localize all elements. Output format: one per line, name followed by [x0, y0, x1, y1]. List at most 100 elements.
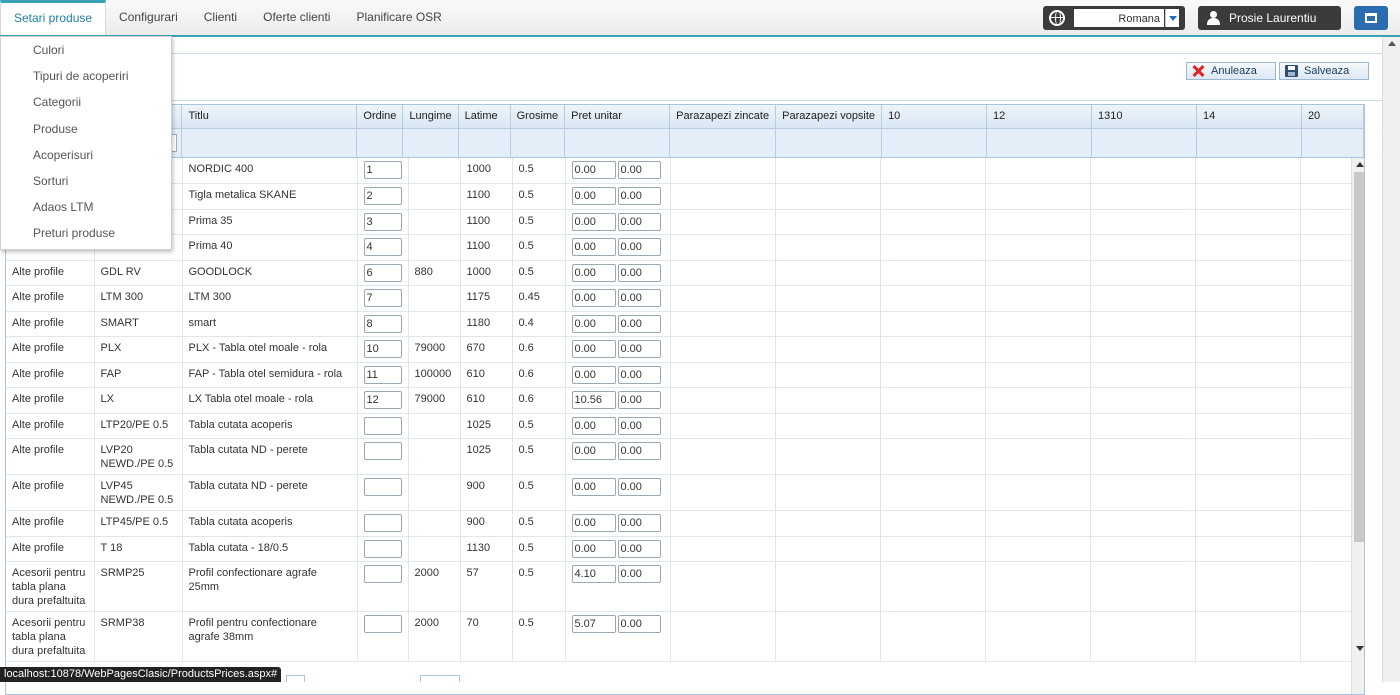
- cell-title: Profil pentru confectionare agrafe 38mm: [182, 611, 358, 662]
- price-input[interactable]: 0.00: [571, 514, 616, 532]
- price-inputs: 0.00 0.00: [571, 212, 664, 231]
- scroll-thumb[interactable]: [1354, 172, 1364, 542]
- ordine-input[interactable]: [363, 416, 402, 435]
- column-header-lungime[interactable]: Lungime: [402, 105, 459, 129]
- ordine-input[interactable]: [363, 442, 402, 460]
- cell-lungime: [408, 158, 461, 184]
- price-input-secondary[interactable]: 0.00: [617, 187, 661, 205]
- menu-item-adaos-ltm[interactable]: Adaos LTM: [1, 194, 171, 220]
- column-header-20[interactable]: 20: [1301, 105, 1364, 129]
- column-header-10[interactable]: 10: [881, 105, 988, 129]
- scroll-up-icon[interactable]: [1356, 162, 1364, 167]
- price-input[interactable]: 10.56: [571, 391, 616, 409]
- price-input-secondary[interactable]: 0.00: [617, 340, 661, 358]
- ordine-input[interactable]: [363, 478, 402, 496]
- price-input-secondary[interactable]: 0.00: [617, 514, 661, 532]
- price-input[interactable]: 0.00: [571, 340, 616, 358]
- ordine-input[interactable]: 6: [363, 263, 402, 282]
- price-input-secondary[interactable]: 0.00: [617, 391, 661, 409]
- price-input-secondary[interactable]: 0.00: [617, 314, 661, 333]
- tab-clienti[interactable]: Clienti: [191, 0, 250, 35]
- menu-item-culori[interactable]: Culori: [1, 37, 171, 63]
- ordine-input[interactable]: [363, 565, 402, 583]
- price-input[interactable]: 0.00: [571, 314, 616, 333]
- price-input[interactable]: 0.00: [571, 365, 616, 384]
- window-button[interactable]: [1354, 6, 1388, 30]
- column-header-latime[interactable]: Latime: [458, 105, 511, 129]
- menu-item-preturi-produse[interactable]: Preturi produse: [1, 220, 171, 246]
- price-input-secondary[interactable]: 0.00: [617, 161, 661, 179]
- menu-item-tipuri-de-acoperiri[interactable]: Tipuri de acoperiri: [1, 63, 171, 89]
- menu-item-acoperisuri[interactable]: Acoperisuri: [1, 142, 171, 168]
- save-button[interactable]: Salveaza: [1279, 62, 1369, 80]
- tab-configurari[interactable]: Configurari: [106, 0, 191, 35]
- price-input-secondary[interactable]: 0.00: [617, 539, 661, 558]
- ordine-input[interactable]: 12: [363, 391, 402, 409]
- price-input[interactable]: 4.10: [571, 565, 616, 583]
- column-header-12[interactable]: 12: [986, 105, 1092, 129]
- price-input-secondary[interactable]: 0.00: [617, 478, 661, 496]
- column-header-parazapezi-vopsite[interactable]: Parazapezi vopsite: [775, 105, 883, 129]
- cell-empty: [880, 611, 986, 662]
- menu-item-categorii[interactable]: Categorii: [1, 89, 171, 115]
- cell-latime: 1175: [460, 285, 513, 312]
- cell-empty: [670, 438, 776, 475]
- grid-vertical-scrollbar[interactable]: [1351, 158, 1364, 694]
- price-input[interactable]: 0.00: [571, 442, 616, 460]
- column-header-14[interactable]: 14: [1196, 105, 1302, 129]
- tab-oferte-clienti[interactable]: Oferte clienti: [250, 0, 343, 35]
- price-input-secondary[interactable]: 0.00: [617, 238, 661, 256]
- ordine-input[interactable]: 1: [363, 161, 402, 179]
- price-input[interactable]: 0.00: [571, 289, 616, 307]
- price-input-secondary[interactable]: 0.00: [617, 416, 661, 435]
- price-input[interactable]: 0.00: [571, 212, 616, 231]
- price-input[interactable]: 0.00: [571, 238, 616, 256]
- price-input-secondary[interactable]: 0.00: [617, 565, 661, 583]
- language-select-value[interactable]: Romana: [1074, 9, 1164, 27]
- price-input-secondary[interactable]: 0.00: [617, 442, 661, 460]
- column-header-titlu[interactable]: Titlu: [181, 105, 358, 129]
- price-input-secondary[interactable]: 0.00: [617, 212, 661, 231]
- column-header-grosime[interactable]: Grosime: [510, 105, 566, 129]
- cell-empty: [775, 387, 881, 414]
- price-input-secondary[interactable]: 0.00: [617, 289, 661, 307]
- price-input[interactable]: 0.00: [571, 161, 616, 179]
- ordine-input[interactable]: [363, 514, 402, 532]
- menu-item-produse[interactable]: Produse: [1, 116, 171, 142]
- ordine-input[interactable]: [363, 615, 402, 633]
- price-input[interactable]: 0.00: [571, 187, 616, 205]
- language-selector[interactable]: Romana: [1043, 6, 1185, 30]
- price-input[interactable]: 0.00: [571, 539, 616, 558]
- column-header-pret-unitar[interactable]: Pret unitar: [564, 105, 671, 129]
- price-input-secondary[interactable]: 0.00: [617, 263, 661, 282]
- price-input[interactable]: 0.00: [571, 478, 616, 496]
- ordine-input[interactable]: [363, 539, 402, 558]
- scroll-up-icon[interactable]: [1388, 41, 1396, 46]
- column-header-1310[interactable]: 1310: [1091, 105, 1197, 129]
- page-size-select[interactable]: [420, 675, 460, 682]
- ordine-input[interactable]: 4: [363, 238, 402, 256]
- pager-button[interactable]: [286, 675, 305, 682]
- price-input-secondary[interactable]: 0.00: [617, 615, 661, 633]
- ordine-input[interactable]: 8: [363, 314, 402, 333]
- menu-item-sorturi[interactable]: Sorturi: [1, 168, 171, 194]
- price-input[interactable]: 0.00: [571, 263, 616, 282]
- ordine-input[interactable]: 10: [363, 340, 402, 358]
- ordine-input[interactable]: 2: [363, 187, 402, 205]
- user-name: Prosie Laurentiu: [1229, 11, 1317, 25]
- price-input[interactable]: 5.07: [571, 615, 616, 633]
- tab-planificare-osr[interactable]: Planificare OSR: [343, 0, 454, 35]
- price-input-secondary[interactable]: 0.00: [617, 365, 661, 384]
- ordine-input[interactable]: 7: [363, 289, 402, 307]
- ordine-input[interactable]: 11: [363, 365, 402, 384]
- page-scrollbar[interactable]: [1382, 37, 1400, 682]
- price-input[interactable]: 0.00: [571, 416, 616, 435]
- chevron-down-icon[interactable]: [1165, 9, 1179, 27]
- column-header-parazapezi-zincate[interactable]: Parazapezi zincate: [669, 105, 777, 129]
- user-menu-button[interactable]: Prosie Laurentiu: [1198, 6, 1341, 30]
- tab-setari-produse[interactable]: Setari produse: [0, 0, 107, 35]
- cancel-button[interactable]: Anuleaza: [1186, 62, 1276, 80]
- ordine-input[interactable]: 3: [363, 212, 402, 231]
- column-header-ordine[interactable]: Ordine: [356, 105, 404, 129]
- scroll-down-icon[interactable]: [1356, 646, 1364, 651]
